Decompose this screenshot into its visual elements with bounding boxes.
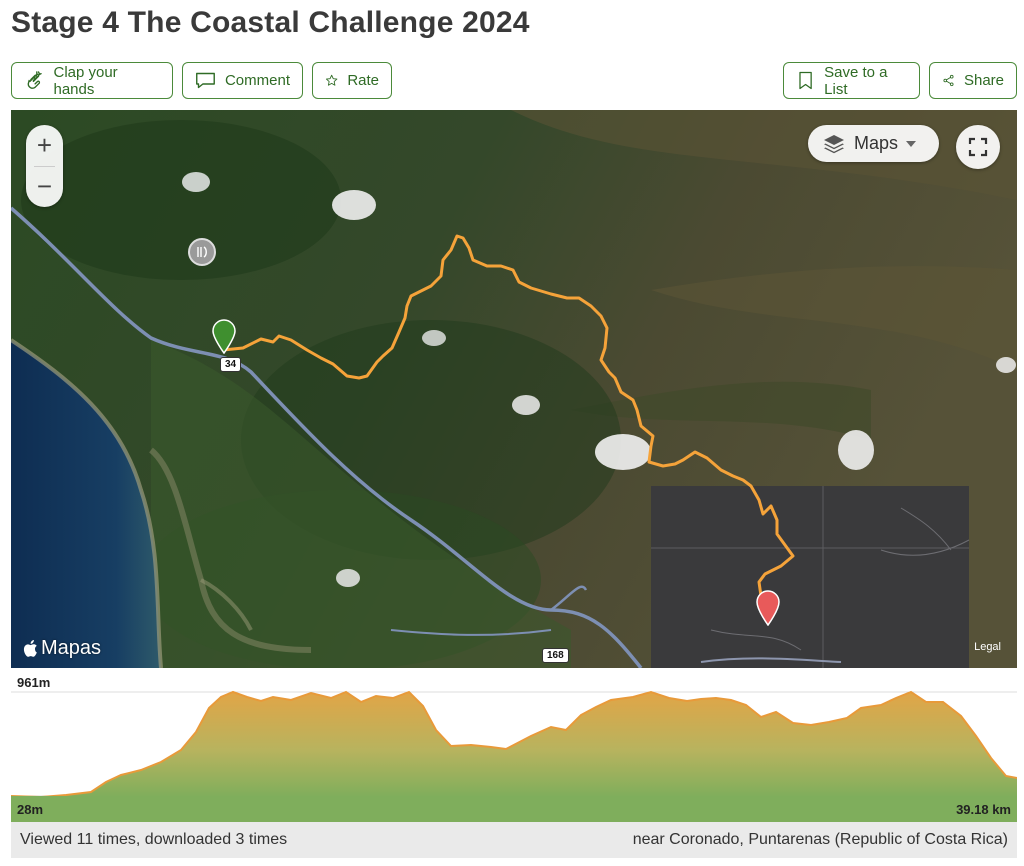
trail-stats-footer: Viewed 11 times, downloaded 3 times near…: [11, 822, 1017, 858]
layers-icon: [824, 134, 844, 153]
zoom-in-button[interactable]: +: [26, 125, 63, 166]
zoom-control: + −: [26, 125, 63, 207]
save-to-list-button[interactable]: Save to a List: [783, 62, 920, 99]
map-provider-watermark: Mapas: [22, 637, 101, 660]
elevation-profile: 961m 28m 39.18 km: [11, 670, 1017, 822]
clap-hands-label: Clap your hands: [53, 63, 118, 98]
star-icon: [325, 74, 338, 86]
elevation-chart: [11, 690, 1017, 822]
view-download-count: Viewed 11 times, downloaded 3 times: [20, 831, 288, 848]
landmark-poi-icon[interactable]: [188, 238, 216, 266]
route-map[interactable]: 34 168 + − Maps Mapas Legal: [11, 110, 1017, 668]
route-end-marker[interactable]: [755, 588, 781, 626]
zoom-out-button[interactable]: −: [26, 166, 63, 207]
route-distance-label: 39.18 km: [956, 802, 1011, 817]
apple-logo-icon: [23, 640, 37, 657]
satellite-terrain: [11, 110, 1017, 668]
legal-link[interactable]: Legal: [974, 641, 1001, 653]
elevation-max-label: 961m: [17, 675, 51, 690]
fullscreen-icon: [968, 137, 988, 157]
map-type-label: Maps: [854, 133, 899, 153]
share-icon: [943, 74, 954, 87]
share-label: Share: [963, 72, 1004, 89]
map-type-selector[interactable]: Maps: [808, 125, 939, 162]
map-provider-label: Mapas: [41, 637, 102, 659]
comment-label: Comment: [224, 72, 290, 89]
page-title: Stage 4 The Coastal Challenge 2024: [11, 6, 530, 39]
clap-hands-button[interactable]: Clap your hands: [11, 62, 173, 99]
rate-button[interactable]: Rate: [312, 62, 392, 99]
rate-label: Rate: [347, 72, 379, 89]
bookmark-icon: [799, 71, 812, 90]
fullscreen-button[interactable]: [956, 125, 1000, 169]
route-start-marker[interactable]: [211, 318, 237, 354]
share-button[interactable]: Share: [929, 62, 1017, 99]
clap-hands-icon: [27, 71, 42, 89]
road-shield-34: 34: [220, 357, 242, 372]
chevron-down-icon: [906, 140, 917, 147]
comment-icon: [196, 72, 215, 89]
trail-location: near Coronado, Puntarenas (Republic of C…: [632, 831, 1008, 848]
save-to-list-label: Save to a List: [824, 63, 888, 98]
comment-button[interactable]: Comment: [182, 62, 303, 99]
road-shield-168: 168: [542, 648, 569, 663]
elevation-min-label: 28m: [17, 802, 44, 817]
